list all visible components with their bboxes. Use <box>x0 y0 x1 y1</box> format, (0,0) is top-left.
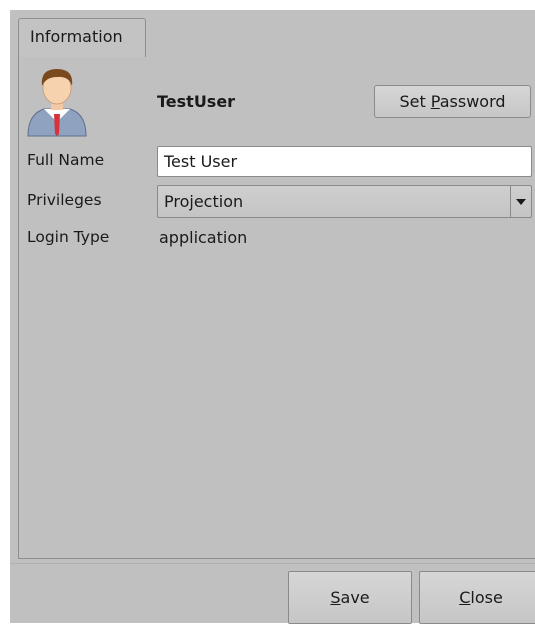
set-password-mnemonic: P <box>430 92 440 111</box>
login-type-label: Login Type <box>27 228 110 246</box>
privileges-selected-value: Projection <box>164 192 244 211</box>
close-text-rest: lose <box>470 588 503 607</box>
login-type-value: application <box>159 228 248 247</box>
username-label: TestUser <box>157 92 236 111</box>
information-panel <box>18 56 535 559</box>
tab-information[interactable]: Information <box>18 18 146 57</box>
set-password-text: Set <box>399 92 431 111</box>
full-name-field[interactable]: Test User <box>157 146 532 177</box>
set-password-button[interactable]: Set Password <box>374 85 531 118</box>
tab-information-label: Information <box>30 27 123 46</box>
privileges-label: Privileges <box>27 191 102 209</box>
privileges-dropdown[interactable]: Projection <box>157 185 532 218</box>
save-text-rest: ave <box>340 588 370 607</box>
close-button[interactable]: Close <box>419 571 535 624</box>
set-password-text-rest: assword <box>439 92 506 111</box>
full-name-label: Full Name <box>27 151 105 169</box>
chevron-down-icon[interactable] <box>510 186 531 217</box>
button-bar-divider <box>10 563 535 564</box>
close-mnemonic: C <box>459 588 471 607</box>
save-mnemonic: S <box>330 588 341 607</box>
user-dialog: Information TestUser Set Password Full N… <box>10 10 535 624</box>
save-button[interactable]: Save <box>288 571 412 624</box>
user-avatar-icon <box>27 69 87 137</box>
